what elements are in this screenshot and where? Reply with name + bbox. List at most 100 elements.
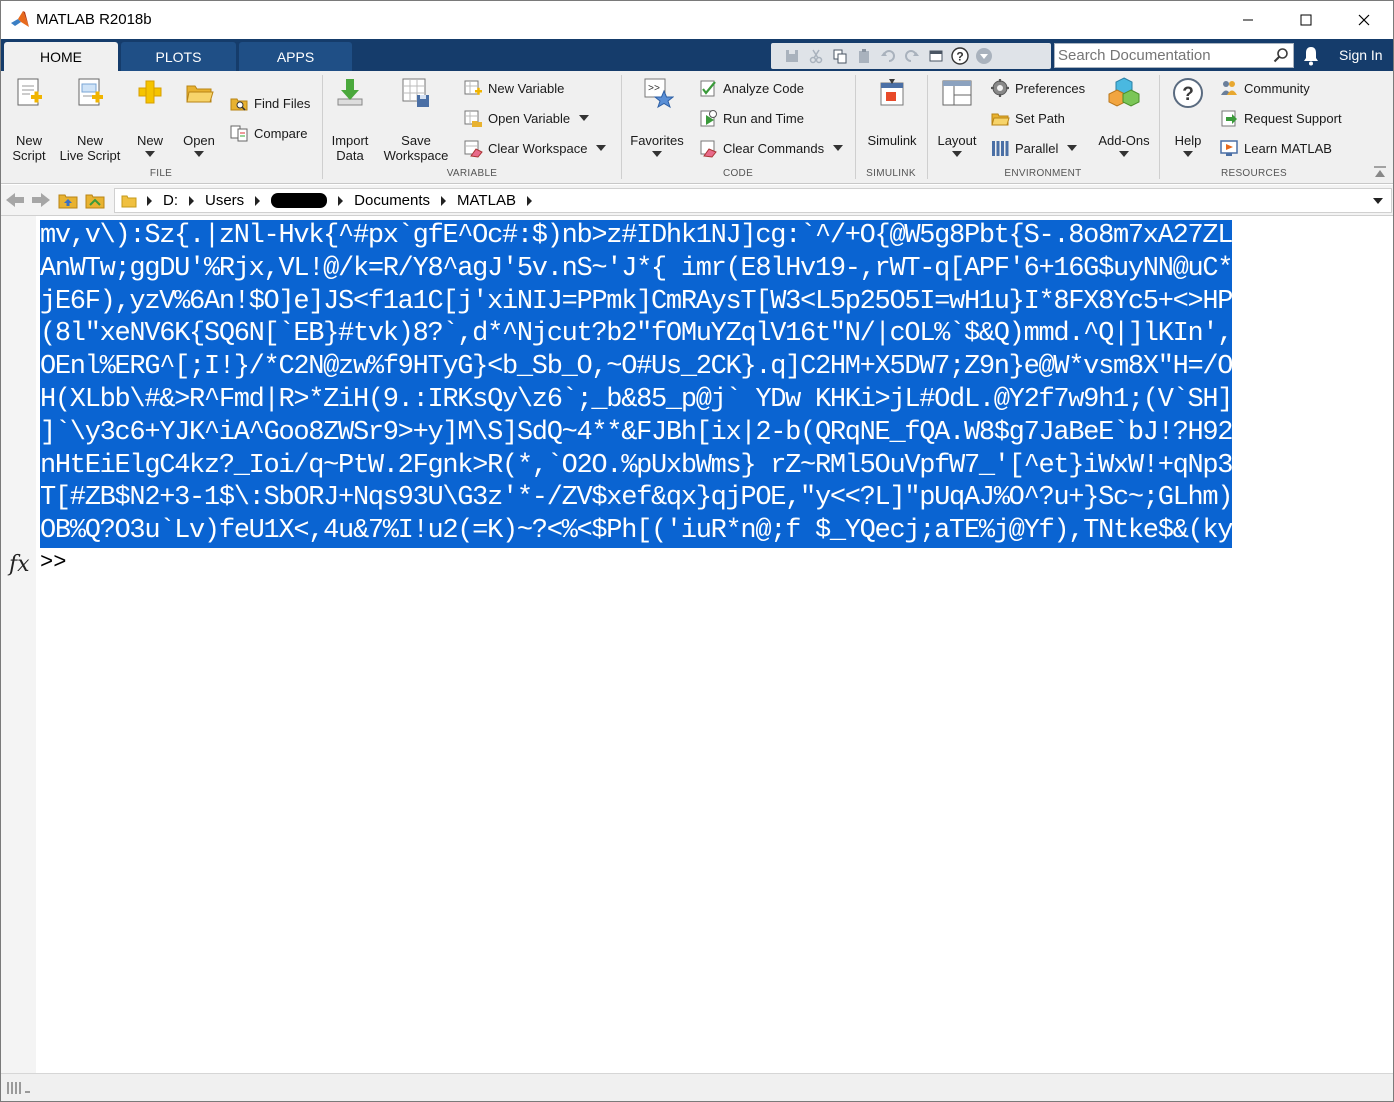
parallel-label: Parallel: [1015, 140, 1059, 156]
breadcrumb-users[interactable]: Users: [205, 192, 244, 209]
parallel-button[interactable]: Parallel: [990, 137, 1078, 159]
plus-icon: [138, 80, 162, 104]
sign-in-link[interactable]: Sign In: [1339, 47, 1383, 63]
run-and-time-icon: [700, 110, 717, 127]
output-line[interactable]: H(XLbb\#&>R^Fmd|R>*ZiH(9.:IRKsQy\z6`;_b&…: [40, 383, 1234, 417]
favorites-button[interactable]: >> Favorites: [628, 75, 686, 157]
search-icon[interactable]: [1273, 47, 1289, 63]
current-folder-bar: D: Users Documents MATLAB: [1, 185, 1393, 216]
save-icon[interactable]: [783, 47, 801, 65]
redo-icon[interactable]: [903, 47, 921, 65]
browse-folder-icon[interactable]: [85, 191, 105, 209]
output-line[interactable]: T[#ZB$N2+3-1$\:SbORJ+Nqs93U\G3z'*-/ZV$xe…: [40, 482, 1234, 516]
command-prompt[interactable]: >>: [40, 550, 66, 575]
back-arrow-icon[interactable]: [5, 191, 25, 209]
preferences-button[interactable]: Preferences: [990, 77, 1085, 99]
group-label-code: CODE: [722, 168, 754, 179]
new-live-script-icon: [78, 78, 103, 106]
clear-workspace-icon: [464, 140, 483, 158]
chevron-down-icon: [652, 151, 662, 157]
output-line[interactable]: ]`\y3c6+YJK^iA^Goo8ZWSr9>+y]M\S]SdQ~4**&…: [40, 416, 1234, 450]
find-files-button[interactable]: Find Files: [229, 92, 310, 114]
breadcrumb-matlab[interactable]: MATLAB: [457, 192, 516, 209]
output-line[interactable]: OB%Q?O3u`Lv)feU1X<,4u&7%I!u2(=K)~?<%<$Ph…: [40, 515, 1234, 548]
clear-workspace-button[interactable]: Clear Workspace: [463, 137, 607, 159]
help-icon[interactable]: ?: [951, 47, 969, 65]
add-ons-label: Add-Ons: [1098, 133, 1150, 148]
maximize-icon: [1300, 14, 1312, 26]
set-path-button[interactable]: Set Path: [990, 107, 1065, 129]
command-window-gutter: [1, 216, 36, 1073]
output-line[interactable]: jE6F),yzV%6An!$O]e]JS<f1a1C[j'xiNIJ=PPmk…: [40, 285, 1234, 319]
layout-button[interactable]: Layout: [933, 75, 981, 157]
simulink-button[interactable]: Simulink: [862, 75, 922, 148]
up-one-level-icon[interactable]: [58, 191, 78, 209]
cut-icon[interactable]: [807, 47, 825, 65]
help-button[interactable]: ? Help: [1165, 75, 1211, 157]
maximize-button[interactable]: [1277, 1, 1335, 39]
layout-icon: [942, 80, 972, 106]
group-label-variable: VARIABLE: [446, 168, 498, 179]
search-documentation[interactable]: [1054, 43, 1294, 68]
analyze-code-button[interactable]: Analyze Code: [698, 77, 804, 99]
chevron-down-icon[interactable]: [1373, 198, 1383, 204]
chevron-down-icon: [194, 151, 204, 157]
output-line[interactable]: AnWTw;ggDU'%Rjx,VL!@/k=R/Y8^agJ'5v.nS~'J…: [40, 252, 1234, 286]
compare-button[interactable]: Compare: [229, 122, 307, 144]
notification-bell-icon[interactable]: [1301, 45, 1321, 67]
analyze-code-label: Analyze Code: [723, 80, 804, 96]
open-variable-label: Open Variable: [488, 110, 571, 126]
group-label-environment: ENVIRONMENT: [1004, 168, 1082, 179]
group-divider: [1159, 75, 1160, 179]
community-button[interactable]: Community: [1219, 77, 1310, 99]
learn-matlab-button[interactable]: Learn MATLAB: [1219, 137, 1332, 159]
set-path-icon: [991, 113, 1010, 126]
minimize-button[interactable]: [1219, 1, 1277, 39]
save-workspace-button[interactable]: Save Workspace: [379, 75, 453, 163]
chevron-down-icon: [1183, 151, 1193, 157]
breadcrumb-drive[interactable]: D:: [163, 192, 178, 209]
paste-icon[interactable]: [855, 47, 873, 65]
new-dropdown-button[interactable]: New: [130, 75, 170, 157]
run-and-time-button[interactable]: Run and Time: [698, 107, 804, 129]
import-data-button[interactable]: Import Data: [327, 75, 373, 163]
breadcrumb-separator: [147, 195, 152, 206]
forward-arrow-icon[interactable]: [31, 191, 51, 209]
customize-toolbar-icon[interactable]: [975, 47, 993, 65]
add-ons-button[interactable]: Add-Ons: [1095, 75, 1153, 157]
tab-plots[interactable]: PLOTS: [121, 42, 236, 71]
run-and-time-label: Run and Time: [723, 110, 804, 126]
tab-apps[interactable]: APPS: [239, 42, 352, 71]
output-line[interactable]: OEnl%ERG^[;I!}/*C2N@zw%f9HTyG}<b_Sb_O,~O…: [40, 351, 1234, 384]
new-script-button[interactable]: New Script: [7, 75, 51, 163]
simulink-icon: [880, 79, 904, 106]
request-support-button[interactable]: Request Support: [1219, 107, 1342, 129]
copy-icon[interactable]: [831, 47, 849, 65]
collapse-ribbon-icon[interactable]: [1373, 166, 1387, 178]
search-input[interactable]: [1058, 46, 1268, 65]
new-variable-button[interactable]: New Variable: [463, 77, 564, 99]
switch-windows-icon[interactable]: [927, 47, 945, 65]
close-button[interactable]: [1335, 1, 1393, 39]
open-button[interactable]: Open: [178, 75, 220, 157]
command-output[interactable]: mv,v\):Sz{.|zNl-Hvk{^#px`gfE^Oc#:$)nb>z#…: [40, 220, 1234, 548]
output-line[interactable]: nHtEiElgC4kz?_Ioi/q~PtW.2Fgnk>R(*,`O2O.%…: [40, 449, 1234, 483]
learn-matlab-icon: [1220, 140, 1238, 156]
clear-commands-button[interactable]: Clear Commands: [698, 137, 844, 159]
preferences-label: Preferences: [1015, 80, 1086, 96]
function-browser-icon[interactable]: fx: [9, 552, 30, 577]
output-line[interactable]: mv,v\):Sz{.|zNl-Hvk{^#px`gfE^Oc#:$)nb>z#…: [40, 220, 1234, 253]
chevron-down-icon: [1119, 151, 1129, 157]
community-icon: [1221, 81, 1237, 95]
open-variable-button[interactable]: Open Variable: [463, 107, 590, 129]
breadcrumb-documents[interactable]: Documents: [354, 192, 430, 209]
status-bar: [1, 1073, 1393, 1101]
tab-home[interactable]: HOME: [4, 42, 118, 71]
address-path[interactable]: D: Users Documents MATLAB: [114, 188, 1392, 213]
undo-icon[interactable]: [879, 47, 897, 65]
command-window[interactable]: mv,v\):Sz{.|zNl-Hvk{^#px`gfE^Oc#:$)nb>z#…: [1, 216, 1393, 1073]
new-live-script-button[interactable]: New Live Script: [56, 75, 124, 163]
output-line[interactable]: (8l"xeNV6K{SQ6N[`EB}#tvk)8?`,d*^Njcut?b2…: [40, 318, 1234, 352]
clear-commands-label: Clear Commands: [723, 140, 825, 156]
import-data-icon: [337, 79, 363, 106]
